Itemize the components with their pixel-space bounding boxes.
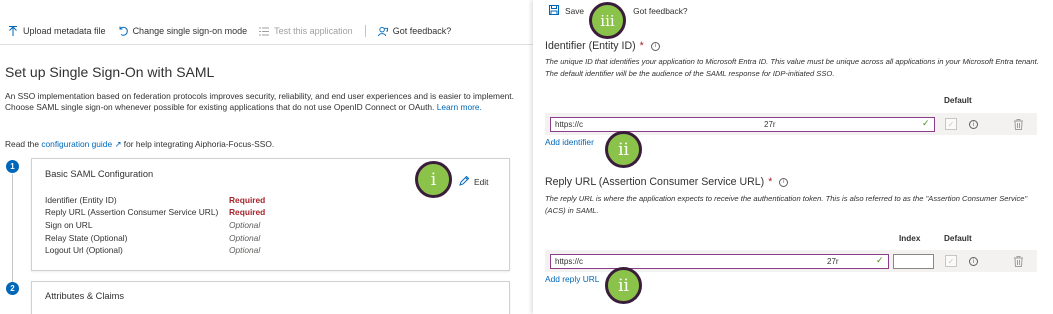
change-sso-mode-button[interactable]: Change single sign-on mode — [118, 26, 247, 36]
attributes-claims-title: Attributes & Claims — [45, 291, 125, 301]
reply-url-input[interactable]: https://c 27r — [550, 254, 889, 269]
edit-basic-saml-button[interactable]: Edit — [459, 175, 488, 188]
save-button[interactable]: Save — [565, 6, 584, 16]
reply-url-section-title: Reply URL (Assertion Consumer Service UR… — [545, 176, 789, 188]
info-icon[interactable]: i — [969, 120, 978, 129]
annotation-marker-iii: iii — [589, 2, 626, 39]
config-guide-line: Read the configuration guide ↗ for help … — [5, 139, 275, 149]
delete-icon[interactable] — [1014, 119, 1023, 130]
upload-icon — [8, 25, 18, 36]
save-icon — [549, 5, 559, 17]
add-reply-url-link[interactable]: Add reply URL — [545, 274, 599, 284]
index-column-header: Index — [899, 234, 921, 243]
saml-config-row: Relay State (Optional) Optional — [45, 233, 261, 243]
basic-saml-edit-pane: Save Got feedback? Identifier (Entity ID… — [533, 0, 1053, 314]
default-column-header: Default — [944, 96, 972, 105]
valid-checkmark-icon: ✓ — [876, 255, 884, 265]
saml-config-row: Sign on URL Optional — [45, 220, 261, 230]
saml-overview-pane: Upload metadata file Change single sign-… — [0, 0, 533, 314]
default-checkbox[interactable]: ✓ — [945, 255, 957, 267]
identifier-input[interactable]: https://c 27r — [550, 117, 935, 132]
saml-config-row: Identifier (Entity ID) Required — [45, 195, 266, 205]
step-connector-line — [12, 174, 13, 282]
test-application-button[interactable]: Test this application — [259, 26, 353, 36]
info-icon[interactable]: i — [650, 41, 660, 51]
undo-icon — [118, 26, 128, 36]
toolbar-divider-line — [0, 44, 533, 45]
feedback-person-icon — [377, 26, 388, 36]
step-2-number: 2 — [6, 282, 19, 295]
identifier-description: The unique ID that identifies your appli… — [545, 57, 1039, 78]
annotation-marker-i: i — [415, 161, 452, 198]
annotation-marker-ii: ii — [605, 267, 642, 304]
info-icon[interactable]: i — [969, 257, 978, 266]
page-title: Set up Single Sign-On with SAML — [5, 64, 215, 80]
info-icon[interactable]: i — [779, 177, 789, 187]
configuration-guide-link[interactable]: configuration guide — [41, 139, 112, 149]
saml-config-row: Reply URL (Assertion Consumer Service UR… — [45, 207, 266, 217]
command-bar: Upload metadata file Change single sign-… — [8, 22, 463, 40]
add-identifier-link[interactable]: Add identifier — [545, 137, 594, 147]
identifier-section-title: Identifier (Entity ID) * i — [545, 40, 660, 52]
annotation-marker-ii: ii — [605, 131, 642, 168]
default-column-header: Default — [944, 234, 972, 243]
default-checkbox[interactable]: ✓ — [945, 118, 957, 130]
attributes-claims-card: Attributes & Claims — [31, 281, 510, 314]
delete-icon[interactable] — [1014, 256, 1023, 267]
learn-more-link[interactable]: Learn more. — [437, 102, 482, 112]
feedback-button[interactable]: Got feedback? — [633, 6, 687, 16]
valid-checkmark-icon: ✓ — [922, 118, 930, 128]
feedback-button[interactable]: Got feedback? — [377, 26, 451, 36]
step-1-number: 1 — [6, 160, 19, 173]
reply-url-index-input[interactable] — [893, 254, 934, 269]
external-link-icon: ↗ — [114, 139, 122, 149]
reply-url-description: The reply URL is where the application e… — [545, 194, 1028, 215]
pencil-icon — [459, 175, 470, 188]
upload-metadata-button[interactable]: Upload metadata file — [8, 25, 106, 36]
toolbar-divider — [364, 25, 366, 37]
page-description: An SSO implementation based on federatio… — [5, 91, 514, 112]
saml-config-row: Logout Url (Optional) Optional — [45, 245, 261, 255]
basic-saml-config-title: Basic SAML Configuration — [45, 169, 154, 179]
list-icon — [259, 26, 270, 36]
